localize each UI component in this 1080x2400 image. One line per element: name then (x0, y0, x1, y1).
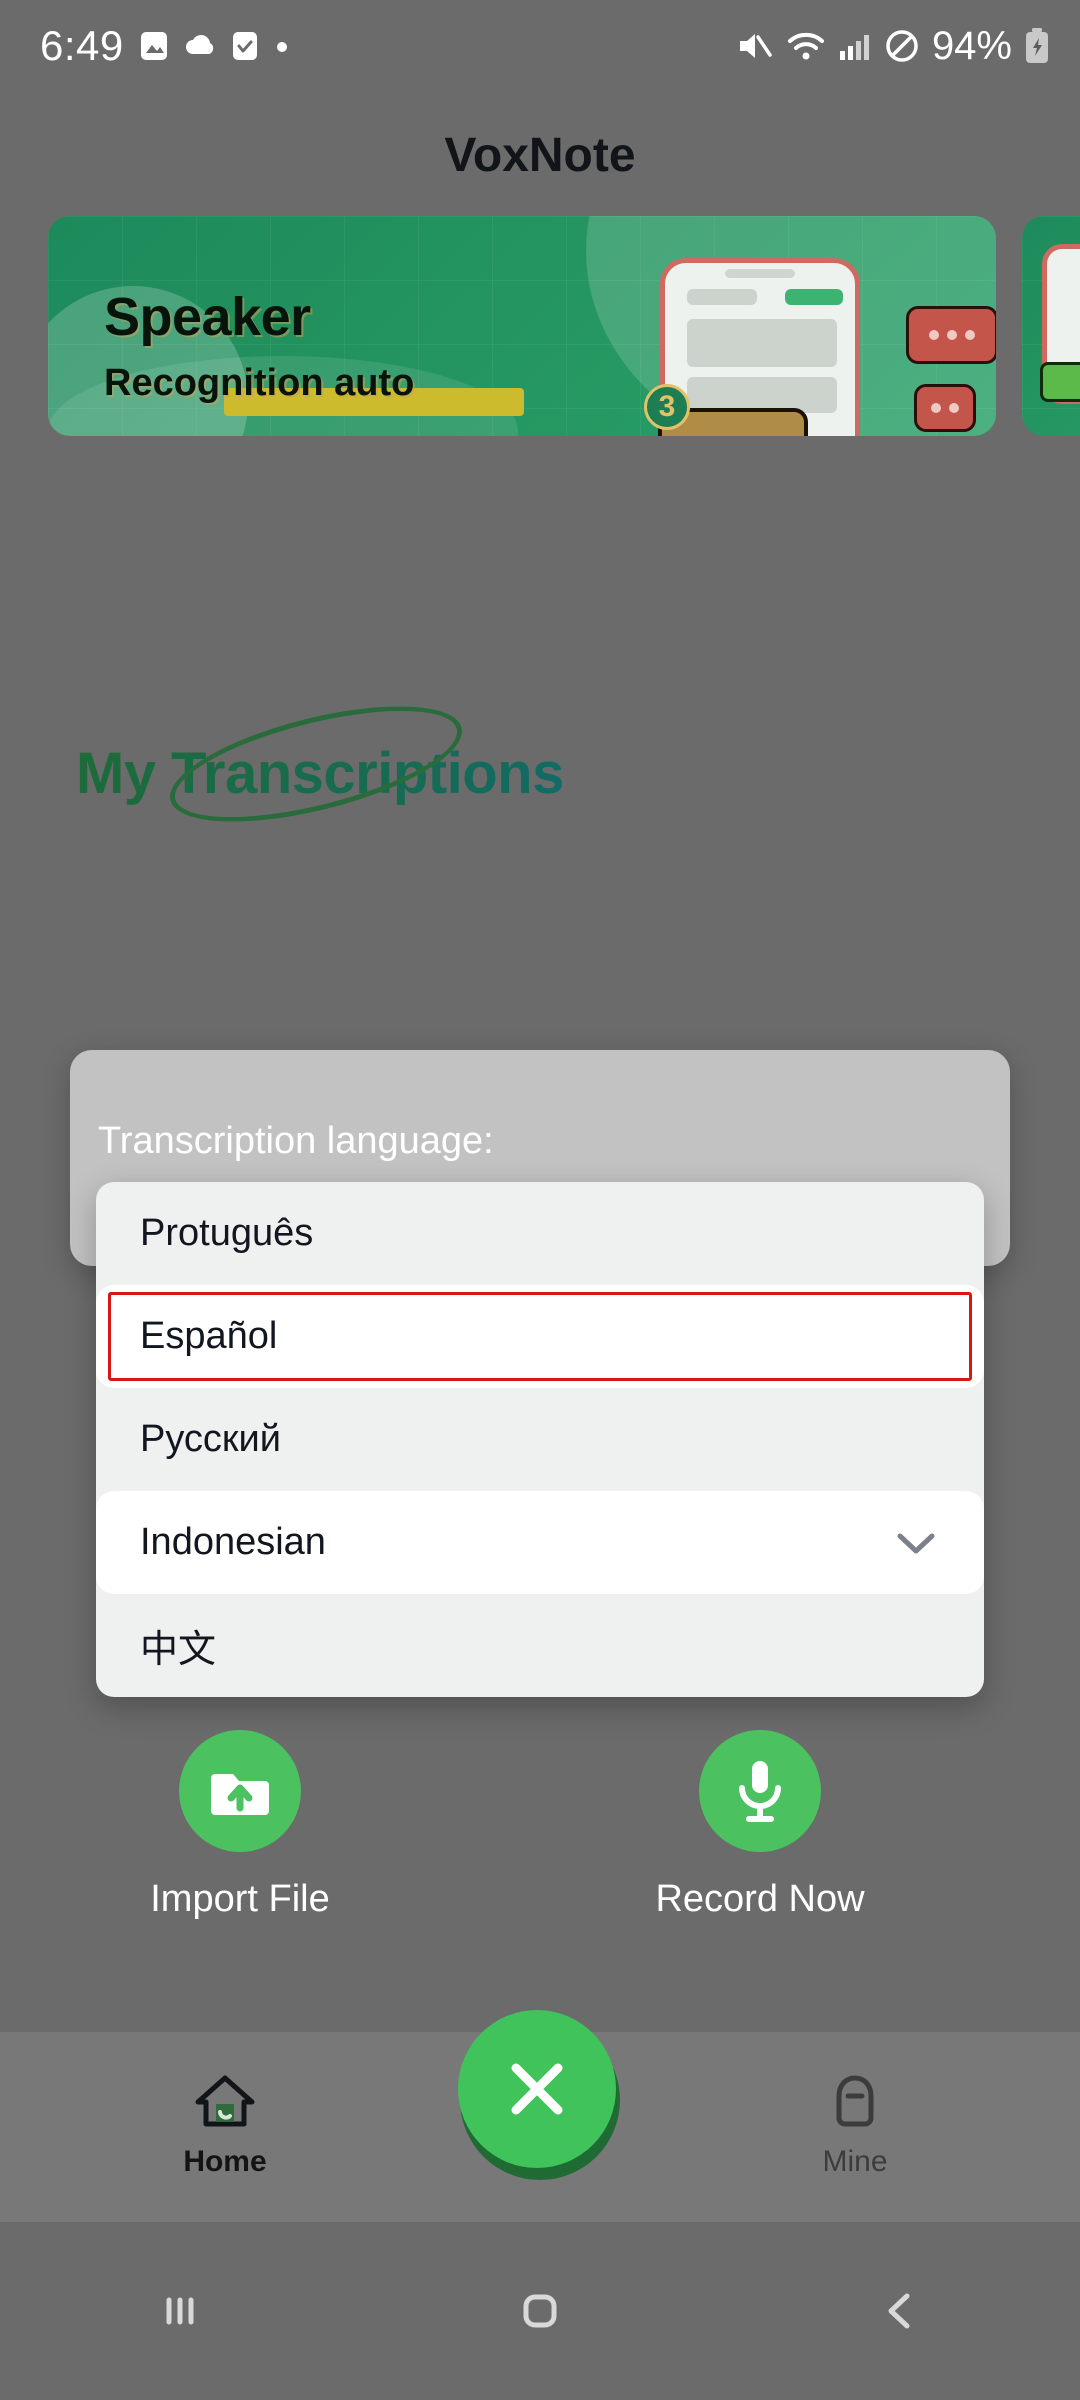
status-bar-clock: 6:49 (40, 22, 124, 69)
close-x-icon (511, 2063, 563, 2115)
dialog-title: Transcription language: (98, 1120, 494, 1162)
nav-item-mine-label: Mine (822, 2145, 888, 2178)
nav-item-home-label: Home (183, 2145, 267, 2178)
phone-notch (725, 269, 795, 278)
language-option-label: Protuguês (140, 1212, 314, 1254)
wifi-icon (787, 32, 824, 60)
bubble-dot (949, 403, 959, 413)
weather-cloud-icon (185, 35, 213, 54)
status-bar: 6:49 94% (0, 0, 1080, 92)
microphone-icon (739, 1761, 781, 1822)
import-file-button[interactable] (179, 1730, 301, 1852)
quick-actions: Import File Record Now (0, 1730, 1080, 1990)
dot-icon (276, 42, 287, 52)
photos-icon (140, 32, 167, 60)
banner-next-chip (1040, 362, 1080, 402)
language-option-chinese[interactable]: 中文 (96, 1594, 984, 1697)
mute-icon (739, 34, 772, 58)
chevron-down-icon[interactable] (892, 1528, 940, 1558)
bubble-dot (947, 330, 957, 340)
system-navigation-bar (0, 2222, 1080, 2400)
cellular-signal-icon (839, 35, 869, 60)
record-now-button[interactable] (699, 1730, 821, 1852)
banner-title: Speaker (104, 287, 311, 347)
record-now-label: Record Now (655, 1878, 865, 1920)
status-bar-left: 6:49 (40, 22, 290, 70)
language-option-portugues[interactable]: Protuguês (96, 1182, 984, 1285)
section-heading-label: My Transcriptions (76, 740, 696, 807)
phone-line (687, 289, 757, 305)
battery-charging-icon (1026, 28, 1048, 63)
banner-chat-bubble-tiny (914, 384, 976, 432)
import-file-label: Import File (150, 1878, 330, 1920)
language-option-label: Indonesian (140, 1521, 326, 1563)
language-option-label: Español (140, 1315, 278, 1357)
folder-upload-icon (211, 1774, 269, 1815)
back-chevron-icon[interactable] (873, 2284, 927, 2338)
bubble-dot (929, 330, 939, 340)
nav-item-mine[interactable]: Mine (745, 2072, 965, 2179)
language-option-list[interactable]: Protuguês Español Русский Indonesian 中文 (96, 1182, 984, 1697)
battery-percent-label: 94% (931, 23, 1012, 68)
phone-green-chip (785, 289, 843, 305)
language-option-label: 中文 (140, 1629, 217, 1671)
banner-slide-next[interactable] (1022, 216, 1080, 436)
page-title: VoxNote (444, 129, 636, 182)
do-not-disturb-icon (886, 30, 918, 62)
record-now-action[interactable]: Record Now (630, 1730, 890, 1921)
checkbox-icon (232, 32, 257, 60)
banner-subtitle-wrap: Recognition auto (104, 362, 524, 416)
language-option-indonesian[interactable]: Indonesian (96, 1491, 984, 1594)
nav-item-home[interactable]: Home (115, 2072, 335, 2179)
recents-icon[interactable] (153, 2284, 207, 2338)
home-square-icon[interactable] (513, 2284, 567, 2338)
section-heading: My Transcriptions (76, 683, 696, 845)
banner-count-badge: 3 (644, 384, 690, 430)
bubble-dot (931, 403, 941, 413)
import-file-action[interactable]: Import File (110, 1730, 370, 1921)
person-icon (836, 2075, 874, 2127)
banner-slide-current[interactable]: 3 ✦ ✦ ✦ ✦ ✦ ✦ Speaker Recognition auto (48, 216, 996, 436)
banner-subtitle: Recognition auto (104, 362, 415, 404)
status-bar-right: 94% (736, 24, 1050, 69)
banner-chat-bubble-small (906, 306, 996, 364)
home-icon (195, 2075, 255, 2127)
language-option-label: Русский (140, 1418, 281, 1460)
phone-line (687, 319, 837, 367)
bubble-dot (965, 330, 975, 340)
language-option-espanol[interactable]: Español (96, 1285, 984, 1388)
app-screen: 6:49 94% VoxNote 3 Speaker Recognition a… (0, 0, 1080, 2400)
close-dialog-fab[interactable] (458, 2010, 616, 2168)
language-option-russian[interactable]: Русский (96, 1388, 984, 1491)
banner-carousel[interactable]: 3 ✦ ✦ ✦ ✦ ✦ ✦ Speaker Recognition auto (0, 216, 1080, 436)
